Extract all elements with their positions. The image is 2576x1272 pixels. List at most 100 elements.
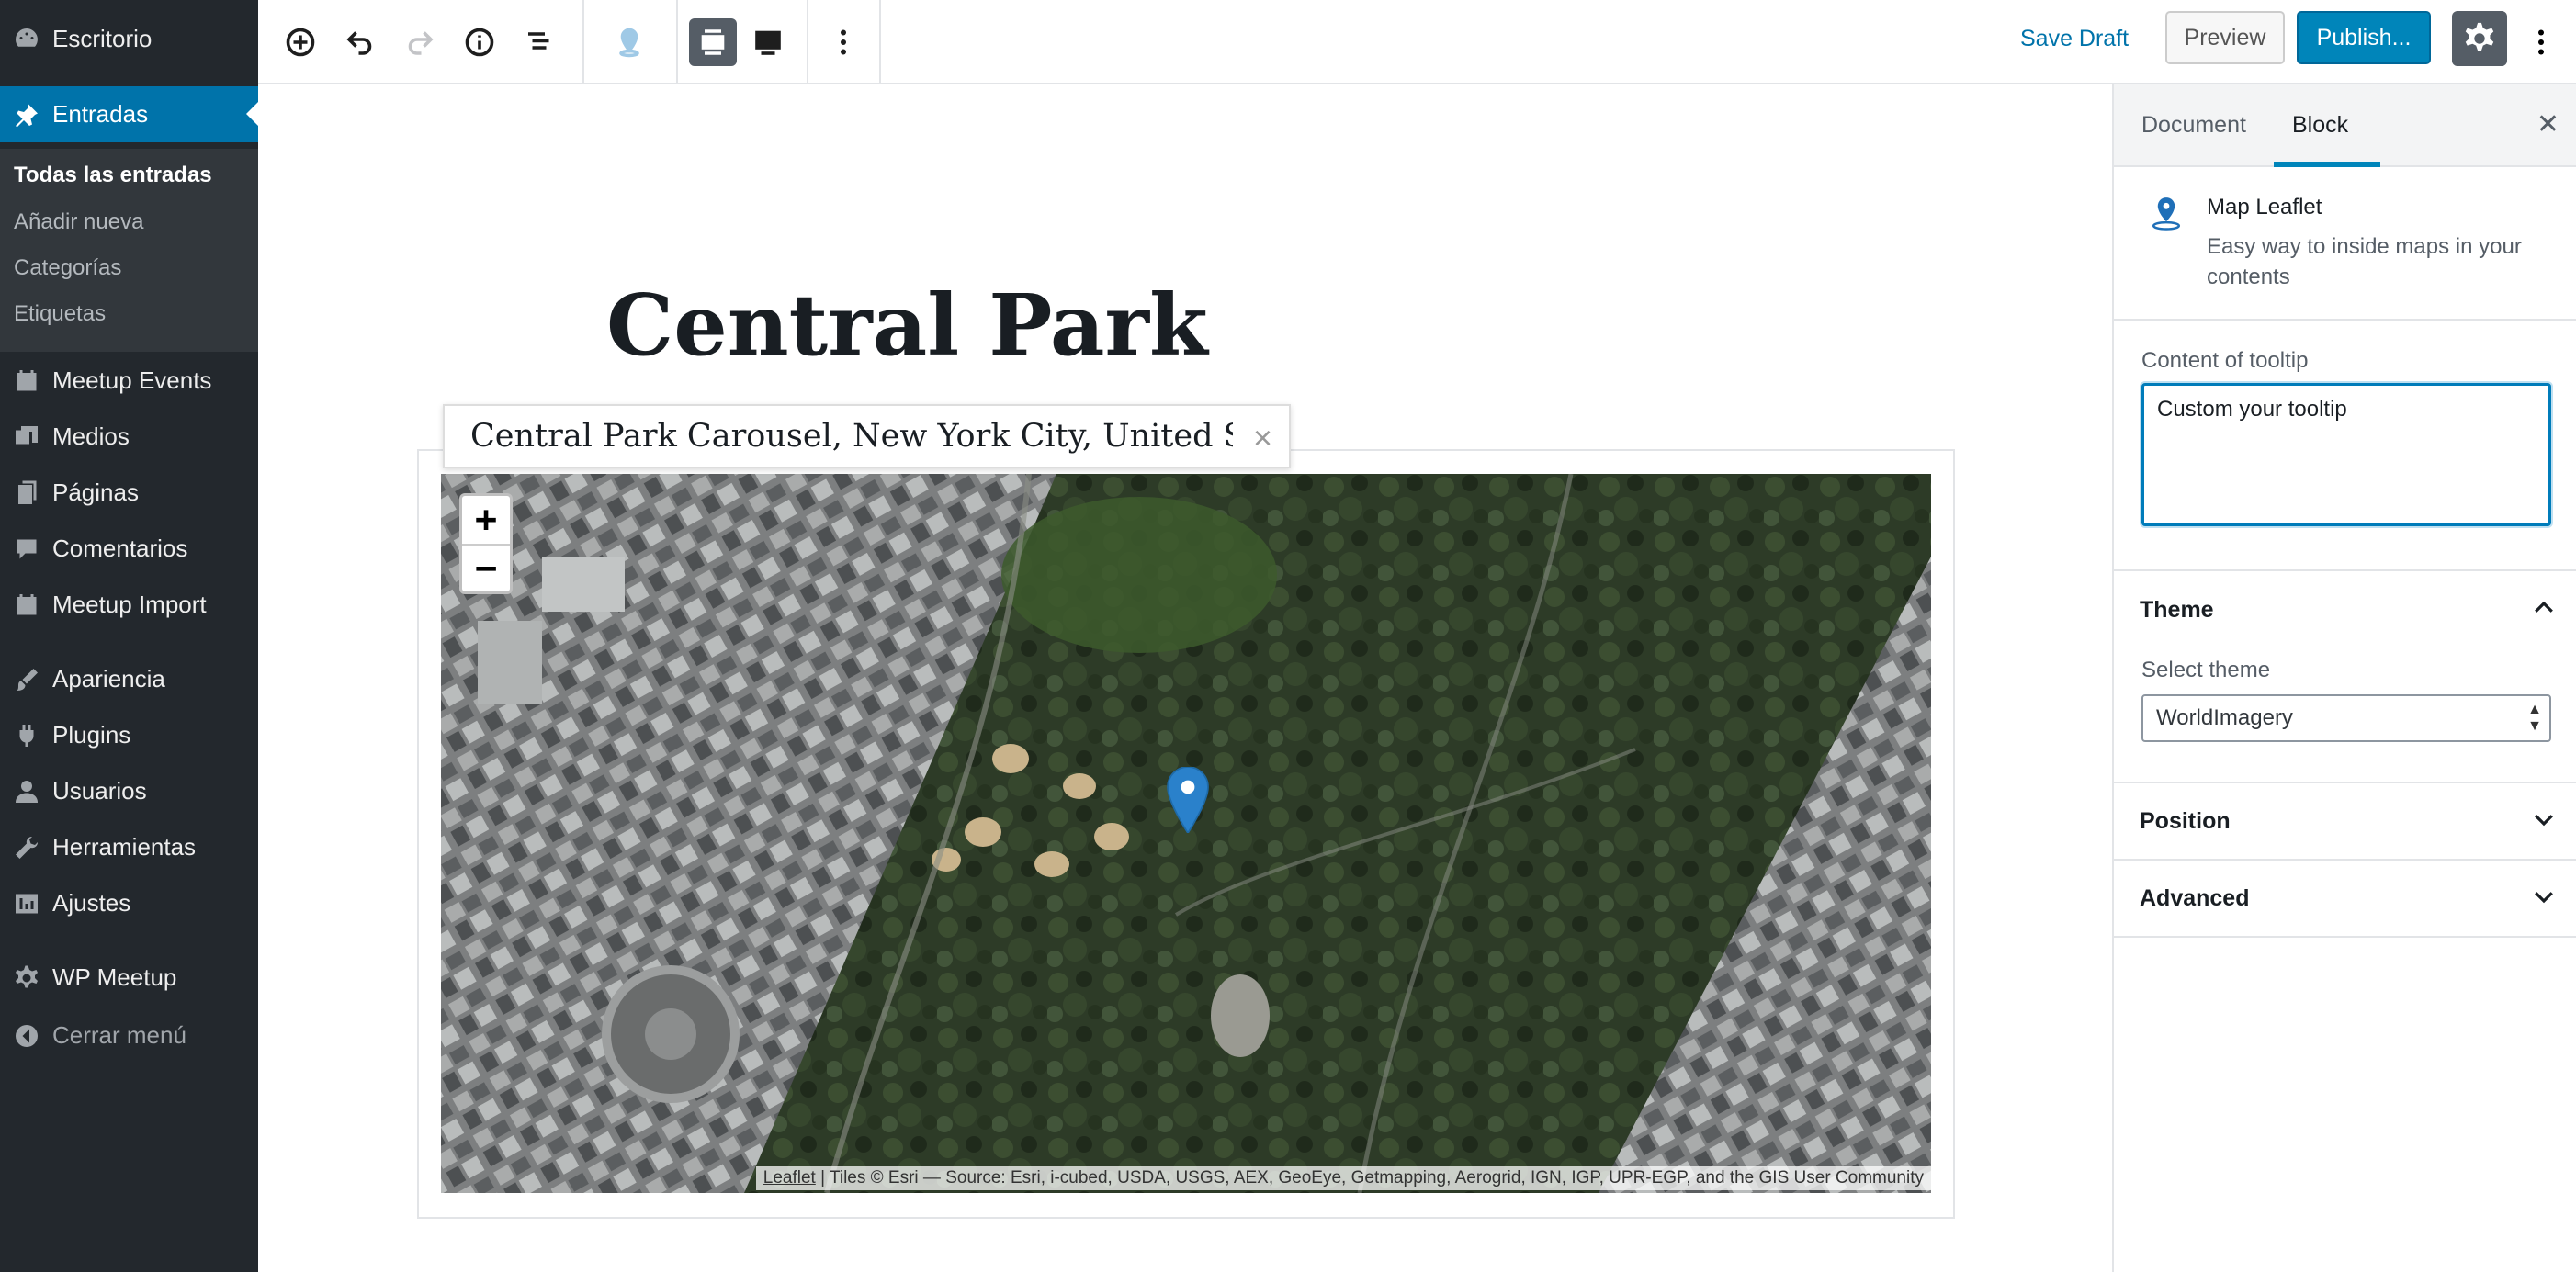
advanced-section-title[interactable]: Advanced (2140, 885, 2249, 912)
menu-label: WP Meetup (52, 963, 177, 991)
block-more-options-button[interactable] (819, 18, 867, 66)
satellite-imagery (441, 474, 1931, 1193)
submenu-categories[interactable]: Categorías (14, 255, 121, 281)
align-full-icon (755, 30, 781, 55)
plus-circle-icon (286, 28, 315, 57)
menu-item-apariencia[interactable]: Apariencia (0, 651, 258, 707)
theme-section-title[interactable]: Theme (2140, 597, 2214, 624)
info-icon (465, 28, 494, 57)
pages-icon (0, 479, 52, 507)
tab-block[interactable]: Block (2292, 112, 2348, 139)
pin-icon (0, 101, 52, 129)
calendar-icon (0, 367, 52, 395)
menu-item-usuarios[interactable]: Usuarios (0, 763, 258, 819)
map-marker-icon (619, 28, 639, 58)
menu-item-comentarios[interactable]: Comentarios (0, 521, 258, 577)
submenu-add-new[interactable]: Añadir nueva (14, 209, 143, 235)
menu-item-collapse[interactable]: Cerrar menú (0, 1007, 258, 1064)
toolbar-separator (879, 0, 881, 84)
toolbar-separator (807, 0, 808, 84)
menu-item-entradas[interactable]: Entradas (0, 86, 258, 142)
menu-item-meetup-import[interactable]: Meetup Import (0, 577, 258, 633)
menu-label: Meetup Import (52, 591, 207, 618)
submenu-all-posts[interactable]: Todas las entradas (14, 163, 212, 188)
menu-item-wp-meetup[interactable]: WP Meetup (0, 950, 258, 1006)
block-card-description: Easy way to inside maps in your contents (2207, 234, 2522, 289)
theme-select[interactable]: WorldImagery ▲ ▼ (2141, 694, 2551, 742)
position-section[interactable]: Position (2114, 782, 2576, 860)
block-type-button[interactable] (605, 18, 653, 66)
menu-label: Usuarios (52, 777, 147, 805)
collapse-icon (0, 1022, 52, 1050)
toolbar-separator (582, 0, 584, 84)
menu-item-meetup-events[interactable]: Meetup Events (0, 353, 258, 409)
menu-label: Comentarios (52, 535, 188, 562)
tools-icon (0, 834, 52, 861)
dashboard-icon (0, 26, 52, 53)
posts-submenu: Todas las entradas Añadir nueva Categorí… (0, 149, 258, 352)
more-vertical-icon (2538, 29, 2544, 55)
undo-icon (346, 31, 372, 55)
chevron-down-icon[interactable] (2530, 805, 2558, 833)
preview-button[interactable]: Preview (2165, 11, 2285, 64)
menu-item-herramientas[interactable]: Herramientas (0, 819, 258, 875)
menu-label: Meetup Events (52, 366, 212, 394)
attribution-text: | Tiles © Esri — Source: Esri, i-cubed, … (815, 1168, 1924, 1188)
theme-select-value: WorldImagery (2156, 705, 2293, 730)
block-card-title: Map Leaflet (2207, 195, 2322, 220)
gear-icon (0, 964, 52, 992)
save-draft-button[interactable]: Save Draft (2020, 26, 2129, 52)
list-icon (528, 32, 549, 50)
plugins-icon (0, 722, 52, 749)
align-full-button[interactable] (744, 18, 792, 66)
post-title[interactable]: Central Park (606, 276, 1208, 375)
outline-button[interactable] (515, 18, 563, 66)
editor-toolbar: Save Draft Preview Publish... (258, 0, 2576, 84)
clear-search-icon[interactable]: × (1253, 419, 1272, 457)
zoom-out-button[interactable]: − (462, 544, 510, 591)
menu-label: Páginas (52, 478, 139, 506)
publish-button[interactable]: Publish... (2297, 11, 2431, 64)
settings-button[interactable] (2452, 11, 2507, 66)
chevron-up-icon[interactable] (2530, 594, 2558, 622)
menu-item-paginas[interactable]: Páginas (0, 465, 258, 521)
align-wide-button[interactable] (689, 18, 737, 66)
advanced-section[interactable]: Advanced (2114, 859, 2576, 937)
map-attribution: Leaflet | Tiles © Esri — Source: Esri, i… (755, 1166, 1931, 1190)
appearance-icon (0, 666, 52, 693)
users-icon (0, 778, 52, 805)
menu-label: Herramientas (52, 833, 197, 861)
leaflet-link[interactable]: Leaflet (763, 1168, 816, 1188)
active-tab-indicator (2274, 162, 2380, 167)
menu-item-escritorio[interactable]: Escritorio (0, 11, 258, 67)
menu-item-medios[interactable]: Medios (0, 409, 258, 465)
location-search-box[interactable]: Central Park Carousel, New York City, Un… (443, 404, 1291, 468)
map-marker-icon[interactable] (1167, 767, 1209, 833)
position-section-title[interactable]: Position (2140, 808, 2231, 835)
info-button[interactable] (456, 18, 503, 66)
more-menu-button[interactable] (2523, 18, 2559, 66)
theme-select-label: Select theme (2141, 658, 2271, 682)
menu-label: Plugins (52, 721, 131, 749)
add-block-button[interactable] (277, 18, 324, 66)
undo-button[interactable] (336, 18, 384, 66)
map-marker-icon (2152, 197, 2181, 231)
comments-icon (0, 535, 52, 563)
map-canvas[interactable] (441, 474, 1931, 1193)
tab-document[interactable]: Document (2141, 112, 2246, 139)
location-search-text[interactable]: Central Park Carousel, New York City, Un… (470, 418, 1233, 455)
chevron-down-icon[interactable] (2530, 883, 2558, 910)
menu-item-ajustes[interactable]: Ajustes (0, 875, 258, 931)
zoom-in-button[interactable]: + (462, 496, 510, 544)
submenu-tags[interactable]: Etiquetas (14, 301, 106, 327)
panel-tabs: Document Block ✕ (2114, 84, 2576, 167)
close-panel-icon[interactable]: ✕ (2536, 108, 2559, 141)
divider (2114, 936, 2576, 938)
block-settings-panel: Document Block ✕ Map Leaflet Easy way to… (2112, 84, 2576, 1272)
menu-label: Escritorio (52, 25, 153, 52)
admin-sidebar: Escritorio Entradas Todas las entradas A… (0, 0, 258, 1272)
tooltip-textarea[interactable]: Custom your tooltip (2141, 383, 2551, 526)
calendar-icon (0, 591, 52, 619)
redo-button[interactable] (396, 18, 444, 66)
menu-item-plugins[interactable]: Plugins (0, 707, 258, 763)
